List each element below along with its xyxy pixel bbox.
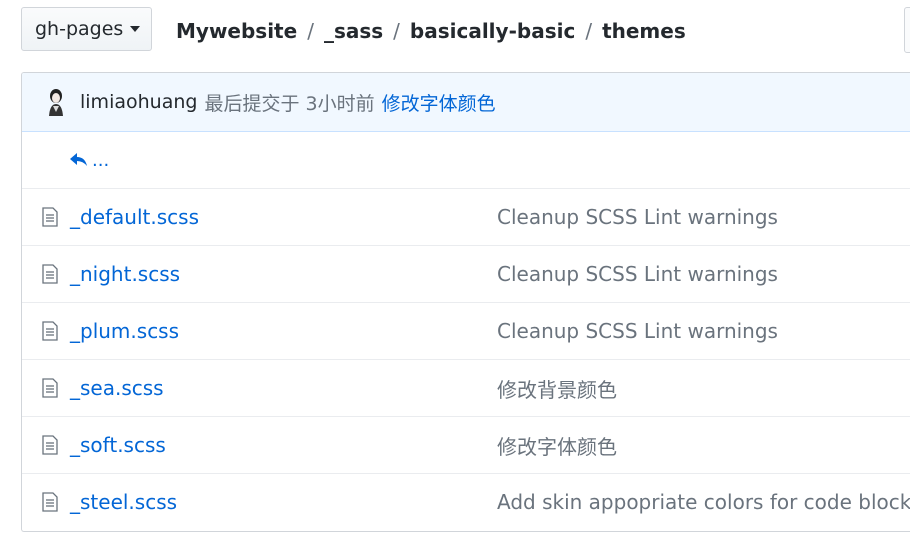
reply-arrow-icon	[70, 153, 87, 166]
file-browser: limiaohuang 最后提交于 3小时前 修改字体颜色 ... _defau…	[21, 72, 910, 532]
file-commit-message[interactable]: Cleanup SCSS Lint warnings	[497, 205, 778, 229]
file-icon	[42, 492, 58, 512]
file-commit-message[interactable]: Cleanup SCSS Lint warnings	[497, 319, 778, 343]
commit-author[interactable]: limiaohuang	[80, 91, 197, 113]
file-icon	[42, 321, 58, 341]
commit-message-link[interactable]: 修改字体颜色	[382, 89, 496, 116]
latest-commit-bar: limiaohuang 最后提交于 3小时前 修改字体颜色	[22, 73, 910, 132]
breadcrumb-root[interactable]: Mywebsite	[176, 19, 297, 43]
parent-directory-link[interactable]: ...	[70, 150, 109, 171]
file-name-link[interactable]: _plum.scss	[70, 319, 179, 343]
file-name-link[interactable]: _night.scss	[70, 262, 180, 286]
file-name-link[interactable]: _default.scss	[70, 205, 199, 229]
file-commit-message[interactable]: 修改背景颜色	[497, 374, 617, 403]
find-file-button[interactable]	[904, 7, 910, 53]
file-commit-message[interactable]: 修改字体颜色	[497, 431, 617, 460]
breadcrumb-basically-basic[interactable]: basically-basic	[410, 19, 575, 43]
file-icon	[42, 378, 58, 398]
file-name-link[interactable]: _sea.scss	[70, 376, 164, 400]
breadcrumb: Mywebsite / _sass / basically-basic / th…	[176, 15, 686, 47]
file-commit-message[interactable]: Add skin appopriate colors for code bloc…	[497, 490, 910, 514]
file-name-link[interactable]: _steel.scss	[70, 490, 177, 514]
file-row: _soft.scss 修改字体颜色	[22, 416, 910, 473]
file-row: _night.scss Cleanup SCSS Lint warnings	[22, 245, 910, 302]
file-icon	[42, 264, 58, 284]
file-commit-message[interactable]: Cleanup SCSS Lint warnings	[497, 262, 778, 286]
breadcrumb-separator: /	[393, 19, 400, 43]
file-name-link[interactable]: _soft.scss	[70, 433, 166, 457]
file-row: _steel.scss Add skin appopriate colors f…	[22, 473, 910, 530]
parent-directory-label: ...	[92, 149, 110, 171]
branch-label: gh-pages	[35, 18, 124, 40]
branch-select-button[interactable]: gh-pages	[21, 7, 152, 51]
commit-meta: 最后提交于 3小时前	[204, 92, 375, 115]
breadcrumb-sass[interactable]: _sass	[324, 19, 383, 43]
top-bar: gh-pages Mywebsite / _sass / basically-b…	[0, 0, 910, 62]
parent-directory-row[interactable]: ...	[22, 132, 910, 188]
breadcrumb-themes: themes	[602, 19, 686, 43]
breadcrumb-separator: /	[307, 19, 314, 43]
file-row: _plum.scss Cleanup SCSS Lint warnings	[22, 302, 910, 359]
chevron-down-icon	[130, 26, 141, 32]
file-icon	[42, 435, 58, 455]
file-icon	[42, 207, 58, 227]
avatar[interactable]	[46, 88, 66, 116]
file-row: _sea.scss 修改背景颜色	[22, 359, 910, 416]
file-row: _default.scss Cleanup SCSS Lint warnings	[22, 188, 910, 245]
breadcrumb-separator: /	[585, 19, 593, 43]
